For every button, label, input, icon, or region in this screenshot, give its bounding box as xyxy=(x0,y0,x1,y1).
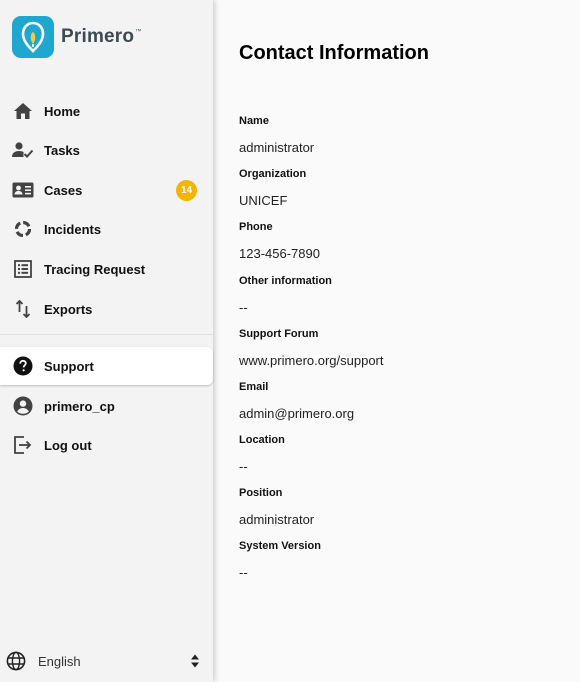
sidebar-item-account[interactable]: primero_cp xyxy=(0,387,213,425)
logout-icon xyxy=(12,434,34,456)
field-label: Support Forum xyxy=(239,328,319,340)
sidebar: Primero™ Home Tasks Cases 14 Incidents T… xyxy=(0,0,213,682)
sidebar-item-label: Exports xyxy=(44,301,93,317)
sidebar-item-label: primero_cp xyxy=(44,398,115,414)
brand-name: Primero™ xyxy=(61,26,142,47)
app-window: Primero™ Home Tasks Cases 14 Incidents T… xyxy=(0,0,580,682)
field-value: admin@primero.org xyxy=(239,406,355,421)
sidebar-item-support[interactable]: Support xyxy=(0,347,213,385)
select-arrows-icon xyxy=(191,654,199,668)
field-label: Name xyxy=(239,115,269,127)
field-value: UNICEF xyxy=(239,193,288,208)
field-label: Email xyxy=(239,381,269,393)
tracing-request-icon xyxy=(12,258,34,280)
help-icon xyxy=(12,355,34,377)
field-system-version: System Version -- xyxy=(239,540,321,580)
sidebar-item-incidents[interactable]: Incidents xyxy=(0,210,213,248)
home-icon xyxy=(12,100,34,122)
globe-icon xyxy=(6,651,26,671)
field-label: Phone xyxy=(239,221,273,233)
page-title: Contact Information xyxy=(239,42,429,64)
field-value: 123-456-7890 xyxy=(239,246,320,261)
main-content: Contact Information Name administrator O… xyxy=(213,0,580,682)
field-email: Email admin@primero.org xyxy=(239,381,354,421)
field-value: www.primero.org/support xyxy=(239,353,384,368)
sidebar-item-label: Home xyxy=(44,103,81,119)
field-label: Organization xyxy=(239,168,307,180)
field-name: Name administrator xyxy=(239,115,314,155)
primero-logo[interactable]: Primero™ xyxy=(12,16,141,58)
field-label: Position xyxy=(239,487,283,499)
field-organization: Organization UNICEF xyxy=(239,168,306,208)
exports-icon xyxy=(12,298,34,320)
sidebar-item-label: Tracing Request xyxy=(44,261,146,277)
field-position: Position administrator xyxy=(239,487,314,527)
tasks-icon xyxy=(12,139,34,161)
primero-logo-icon xyxy=(12,16,54,58)
sidebar-item-home[interactable]: Home xyxy=(0,92,213,130)
language-label: English xyxy=(38,653,81,669)
field-label: System Version xyxy=(239,540,321,552)
field-label: Location xyxy=(239,434,285,446)
sidebar-item-exports[interactable]: Exports xyxy=(0,290,213,328)
field-location: Location -- xyxy=(239,434,285,474)
field-value: -- xyxy=(239,300,248,315)
incidents-icon xyxy=(12,218,34,240)
sidebar-item-label: Tasks xyxy=(44,142,80,158)
sidebar-item-tasks[interactable]: Tasks xyxy=(0,131,213,169)
field-value: administrator xyxy=(239,140,315,155)
sidebar-item-label: Incidents xyxy=(44,221,102,237)
language-select[interactable]: English xyxy=(0,648,213,674)
cases-count-badge: 14 xyxy=(176,179,197,201)
cases-icon xyxy=(12,179,34,201)
sidebar-item-label: Log out xyxy=(44,437,92,453)
field-value: -- xyxy=(239,459,248,474)
sidebar-item-cases[interactable]: Cases 14 xyxy=(0,171,213,209)
field-value: administrator xyxy=(239,512,315,527)
sidebar-item-label: Support xyxy=(44,358,94,374)
sidebar-item-label: Cases xyxy=(44,182,83,198)
field-label: Other information xyxy=(239,275,332,287)
field-other-information: Other information -- xyxy=(239,275,332,315)
field-support-forum: Support Forum www.primero.org/support xyxy=(239,328,384,368)
account-icon xyxy=(12,395,34,417)
field-phone: Phone 123-456-7890 xyxy=(239,221,320,261)
sidebar-item-tracing-request[interactable]: Tracing Request xyxy=(0,250,213,288)
field-value: -- xyxy=(239,565,248,580)
sidebar-item-logout[interactable]: Log out xyxy=(0,426,213,464)
sidebar-divider xyxy=(0,334,213,335)
